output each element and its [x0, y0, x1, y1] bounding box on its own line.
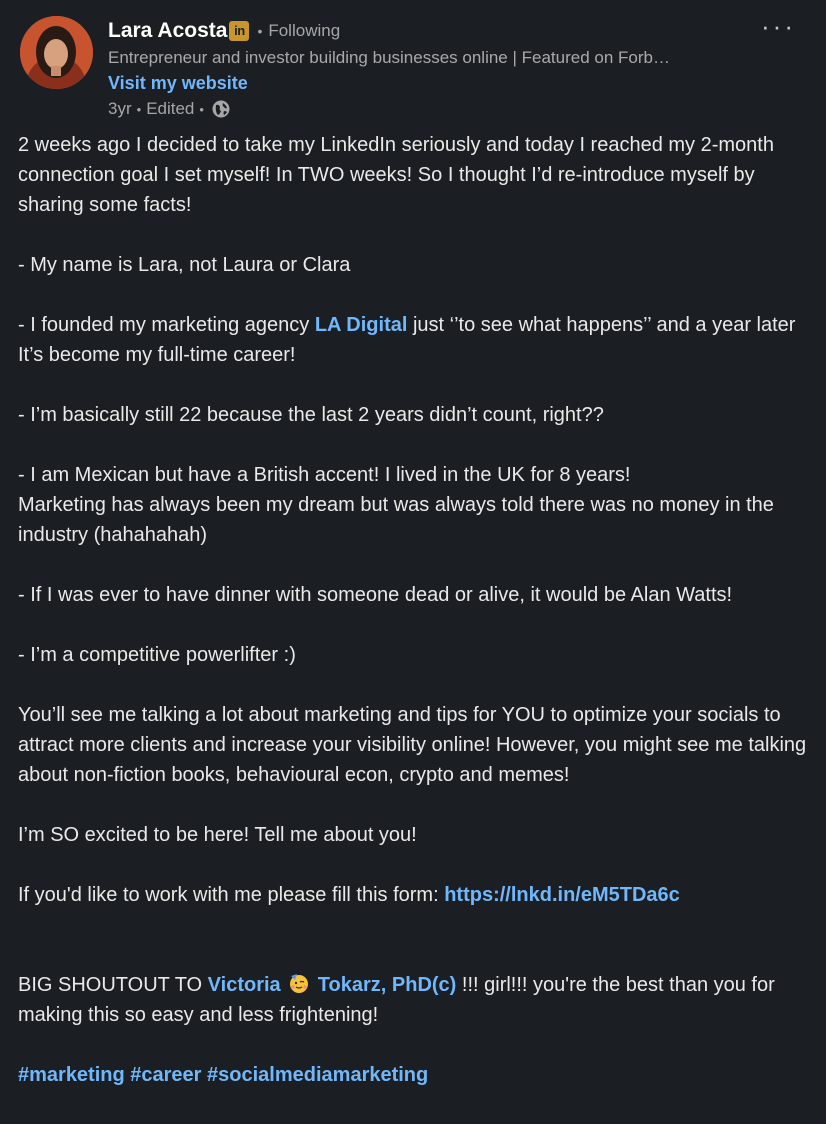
post-paragraph: - My name is Lara, not Laura or Clara — [18, 254, 351, 276]
separator-dot: • — [199, 101, 204, 117]
hashtag-link[interactable]: #marketing — [18, 1064, 125, 1086]
text-span: If you'd like to work with me please fil… — [18, 884, 445, 906]
post-paragraph: You’ll see me talking a lot about market… — [18, 704, 807, 786]
post-paragraph: - I am Mexican but have a British accent… — [18, 464, 631, 486]
follow-status[interactable]: Following — [268, 21, 340, 41]
post-paragraph: I’m SO excited to be here! Tell me about… — [18, 824, 417, 846]
post-paragraph: - I’m a competitive powerlifter :) — [18, 644, 296, 666]
post-card: Lara Acosta in • Following Entrepreneur … — [0, 0, 826, 1124]
author-name[interactable]: Lara Acosta — [108, 19, 227, 43]
party-face-emoji-icon — [288, 972, 310, 994]
form-url-link[interactable]: https://lnkd.in/eM5TDa6c — [444, 884, 680, 906]
post-paragraph: Marketing has always been my dream but w… — [18, 494, 774, 546]
person-mention-link[interactable]: Victoria Tokarz, PhD(c) — [207, 972, 457, 996]
separator-dot: • — [136, 101, 142, 117]
post-time: 3yr — [108, 99, 132, 118]
linkedin-premium-badge-icon: in — [229, 21, 250, 41]
separator-dot: • — [257, 23, 263, 39]
post-body: 2 weeks ago I decided to take my LinkedI… — [18, 130, 813, 1090]
hashtag-link[interactable]: #socialmediamarketing — [207, 1064, 428, 1086]
post-paragraph: If you'd like to work with me please fil… — [18, 880, 813, 910]
text-span: BIG SHOUTOUT TO — [18, 974, 208, 996]
author-headline: Entrepreneur and investor building busin… — [108, 48, 670, 67]
more-options-icon[interactable]: ··· — [761, 13, 796, 39]
globe-icon — [211, 99, 231, 119]
post-paragraph: 2 weeks ago I decided to take my LinkedI… — [18, 134, 774, 216]
post-paragraph: - I founded my marketing agency LA Digit… — [18, 310, 813, 370]
mention-last-name: Tokarz, PhD(c) — [317, 974, 457, 996]
visit-website-link[interactable]: Visit my website — [108, 70, 768, 96]
mention-first-name: Victoria — [207, 974, 281, 996]
author-name-row: Lara Acosta in • Following — [108, 16, 768, 46]
author-meta: Lara Acosta in • Following Entrepreneur … — [108, 16, 768, 122]
post-timestamp-row: 3yr • Edited • — [108, 96, 768, 122]
hashtag-link[interactable]: #career — [130, 1064, 201, 1086]
post-paragraph: - If I was ever to have dinner with some… — [18, 584, 733, 606]
post-paragraph: - I’m basically still 22 because the las… — [18, 404, 604, 426]
author-avatar[interactable] — [20, 16, 93, 89]
edited-label: Edited — [146, 99, 195, 118]
company-mention-link[interactable]: LA Digital — [315, 314, 408, 336]
hashtag-row: #marketing #career #socialmediamarketing — [18, 1060, 813, 1090]
post-header: Lara Acosta in • Following Entrepreneur … — [20, 13, 806, 118]
text-span: - I founded my marketing agency — [18, 314, 315, 336]
post-paragraph: BIG SHOUTOUT TO Victoria Tokarz, PhD(c) … — [18, 970, 813, 1030]
